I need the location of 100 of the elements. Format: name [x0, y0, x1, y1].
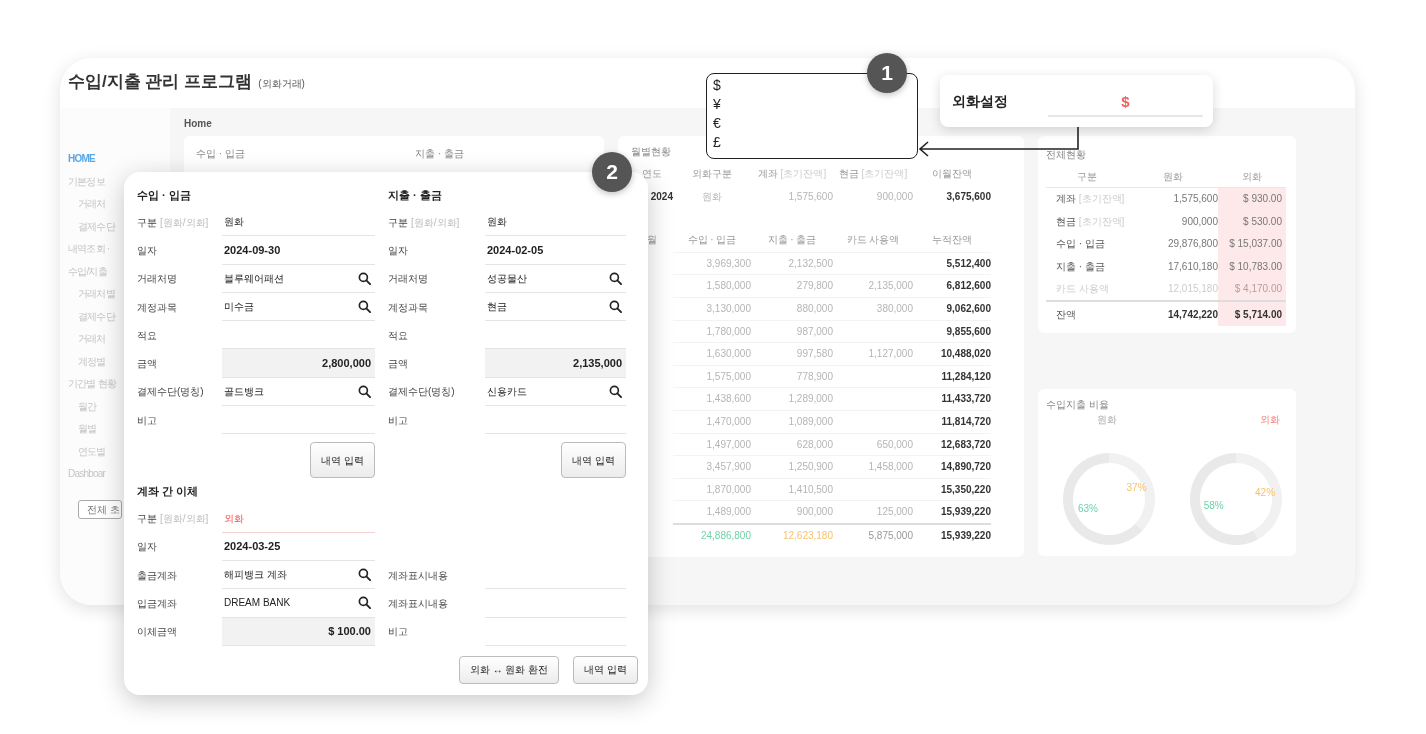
table-cell: 880,000 — [751, 296, 833, 320]
column-header: 누적잔액 — [931, 233, 973, 248]
input-field[interactable]: 2024-09-30 — [222, 236, 375, 265]
table-cell: $ 15,037.00 — [1218, 233, 1286, 256]
field-label: 결제수단(명칭) — [388, 385, 456, 400]
dropdown-option[interactable]: ¥ — [713, 95, 911, 114]
app-title: 수입/지출 관리 프로그램 — [68, 72, 253, 93]
table-cell: 15,939,220 — [913, 522, 991, 546]
table-cell: 10,488,020 — [913, 342, 991, 365]
table-cell: 628,000 — [751, 432, 833, 456]
action-button[interactable]: 외화 ↔ 원화 환전 — [458, 655, 560, 684]
table-cell: $ 930.00 — [1218, 188, 1286, 211]
search-icon[interactable] — [358, 568, 371, 582]
action-button[interactable]: 내역 입력 — [573, 655, 638, 684]
panel-title: 지출 · 출금 — [414, 147, 464, 161]
search-icon[interactable] — [609, 300, 622, 314]
search-icon[interactable] — [358, 596, 371, 610]
table-cell: 997,580 — [751, 342, 833, 365]
table-cell: $ 10,783.00 — [1218, 255, 1286, 278]
input-field[interactable]: 2024-02-05 — [485, 236, 626, 265]
panel-title: 월별현황 — [631, 145, 671, 159]
panel-title: 수입 · 입금 — [196, 147, 245, 161]
panel-title: 전체현황 — [1046, 148, 1086, 162]
search-icon[interactable] — [358, 271, 371, 285]
column-header: 원화 — [1128, 166, 1218, 189]
submit-button[interactable]: 내역 입력 — [310, 442, 375, 479]
table-cell: 1,580,000 — [673, 274, 751, 297]
input-field[interactable]: 2024-03-25 — [222, 532, 375, 561]
input-field[interactable]: 성공물산 — [485, 264, 626, 293]
search-icon[interactable] — [358, 300, 371, 314]
input-field[interactable]: 외화 — [222, 504, 375, 533]
table-cell: 1,630,000 — [673, 342, 751, 365]
column-header: 외화구분 — [691, 167, 733, 181]
input-field[interactable]: 해피뱅크 계좌 — [222, 560, 375, 590]
column-header: 구분 — [1046, 166, 1128, 189]
value-label: 58% — [1203, 499, 1224, 511]
field-label: 비고 — [137, 413, 158, 428]
input-field[interactable]: 2,135,000 — [485, 349, 626, 378]
table-cell-text: 3,675,600 — [945, 189, 991, 204]
column-header: 월 — [646, 233, 658, 248]
column-header: 이월잔액 — [931, 167, 973, 181]
chart-label: 원화 — [1096, 414, 1117, 425]
input-field[interactable]: 현금 — [485, 292, 626, 322]
input-field[interactable]: 미수금 — [222, 292, 375, 322]
field-label: 이체금액 — [137, 625, 178, 640]
reset-button[interactable]: 전체 초 — [78, 499, 122, 519]
field-label: 금액 — [388, 357, 409, 372]
table-cell: 125,000 — [833, 500, 913, 523]
table-cell: 11,814,720 — [913, 409, 991, 433]
dropdown-option[interactable]: £ — [713, 133, 911, 152]
field-label: 계정과목 — [137, 300, 178, 315]
table-cell: 11,284,120 — [913, 364, 991, 388]
column-header: 연도 — [641, 167, 663, 181]
table-cell: 12,683,720 — [913, 432, 991, 456]
chart-label: 외화 — [1260, 414, 1280, 425]
dropdown-option[interactable]: € — [713, 114, 911, 133]
table-cell: 2,132,500 — [751, 251, 833, 275]
input-field[interactable]: 신용카드 — [485, 377, 626, 407]
search-icon[interactable] — [358, 384, 371, 398]
submit-button[interactable]: 내역 입력 — [561, 442, 626, 479]
table-cell: 5,512,400 — [913, 251, 991, 275]
table-cell: 1,089,000 — [751, 409, 833, 433]
field-label: 구분 [원화/외화] — [388, 215, 461, 230]
table-cell: $ 530.00 — [1218, 210, 1286, 234]
table-cell-text: 2024 — [649, 189, 673, 204]
input-field[interactable]: 원화 — [222, 208, 375, 237]
row-label: 수입 · 입금 — [1055, 237, 1106, 252]
input-field[interactable]: 2,800,000 — [222, 349, 375, 378]
table-cell: 9,855,600 — [913, 319, 991, 343]
table-cell: 279,800 — [751, 274, 833, 297]
table-cell: 1,289,000 — [751, 387, 833, 410]
setting-label: 외화설정 — [952, 91, 1008, 111]
table-cell: 24,886,800 — [673, 522, 751, 546]
field-label: 비고 — [388, 413, 409, 428]
table-cell: 3,969,300 — [673, 251, 751, 275]
table-cell-text: 1,575,600 — [787, 189, 833, 204]
input-field[interactable]: 원화 — [485, 208, 626, 237]
input-field[interactable]: 골드뱅크 — [222, 377, 375, 407]
table-cell: 15,350,220 — [913, 477, 991, 501]
step-badge: 1 — [867, 53, 907, 93]
table-cell: $ 5,714.00 — [1218, 300, 1286, 327]
field-label: 일자 — [137, 243, 158, 258]
field-label: 거래처명 — [388, 272, 429, 287]
table-cell: 778,900 — [751, 364, 833, 388]
table-cell: 1,250,900 — [751, 455, 833, 478]
search-icon[interactable] — [609, 384, 622, 398]
table-cell: 1,870,000 — [673, 477, 751, 501]
column-header: 카드 사용액 — [845, 233, 901, 248]
field-label: 적요 — [388, 328, 409, 343]
field-label: 구분 [원화/외화] — [137, 215, 210, 230]
input-field[interactable]: DREAM BANK — [222, 589, 375, 618]
search-icon[interactable] — [609, 271, 622, 285]
field-label: 입금계좌 — [137, 596, 178, 611]
field-label: 일자 — [137, 540, 158, 555]
table-cell: 1,489,000 — [673, 500, 751, 523]
input-field[interactable]: 블루웨어패션 — [222, 264, 375, 293]
table-cell: 1,127,000 — [833, 342, 913, 365]
input-field[interactable]: $ 100.00 — [222, 617, 375, 646]
panel-title: 수입지출 비율 — [1046, 398, 1109, 412]
table-cell: 9,062,600 — [913, 296, 991, 320]
